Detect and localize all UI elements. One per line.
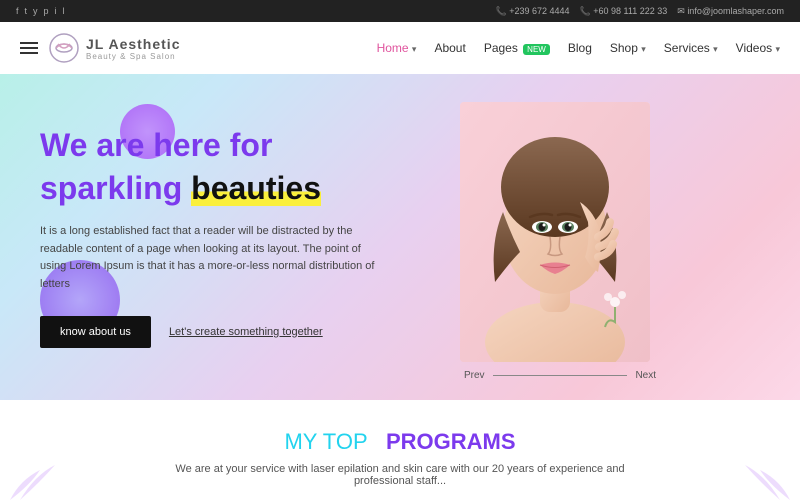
- twitter-icon[interactable]: t: [25, 6, 28, 16]
- deco-left: [0, 450, 80, 500]
- woman-portrait: [460, 102, 650, 362]
- programs-title-purple: PROGRAMS: [386, 429, 516, 454]
- know-about-us-button[interactable]: know about us: [40, 316, 151, 348]
- instagram-icon[interactable]: i: [55, 6, 57, 16]
- hero-section: We are here for sparkling beauties It is…: [0, 74, 800, 400]
- nav-home[interactable]: Home ▾: [377, 41, 417, 55]
- hamburger-menu[interactable]: [20, 42, 38, 54]
- contact-info: 📞 +239 672 4444 📞 +60 98 111 222 33 ✉ in…: [496, 6, 784, 17]
- navbar: JL Aesthetic Beauty & Spa Salon Home ▾ A…: [0, 22, 800, 74]
- progress-line: [493, 375, 628, 377]
- hero-image-area: Prev Next: [460, 102, 660, 372]
- nav-videos[interactable]: Videos ▾: [736, 41, 780, 55]
- hero-image: [460, 102, 650, 362]
- programs-title: MY TOP PROGRAMS: [284, 429, 515, 455]
- hero-buttons: know about us Let's create something tog…: [40, 316, 420, 348]
- programs-section: MY TOP PROGRAMS We are at your service w…: [0, 400, 800, 500]
- phone1: 📞 +239 672 4444: [496, 6, 570, 17]
- logo-subtitle: Beauty & Spa Salon: [86, 52, 180, 61]
- hero-title-line2: sparkling beauties: [40, 169, 420, 207]
- facebook-icon[interactable]: f: [16, 6, 19, 16]
- linkedin-icon[interactable]: l: [63, 6, 65, 16]
- logo-text: JL Aesthetic Beauty & Spa Salon: [86, 36, 180, 61]
- pinterest-icon[interactable]: p: [44, 6, 49, 16]
- nav-services[interactable]: Services ▾: [664, 41, 718, 55]
- prev-label[interactable]: Prev: [464, 370, 485, 381]
- nav-blog[interactable]: Blog: [568, 41, 592, 55]
- deco-right: [720, 450, 800, 500]
- social-links[interactable]: f t y p i l: [16, 6, 65, 16]
- programs-description: We are at your service with laser epilat…: [150, 463, 650, 487]
- phone2: 📞 +60 98 111 222 33: [580, 6, 668, 17]
- next-label[interactable]: Next: [635, 370, 656, 381]
- programs-title-cyan: MY TOP: [284, 429, 367, 454]
- youtube-icon[interactable]: y: [33, 6, 38, 16]
- hero-title-line1: We are here for: [40, 126, 420, 164]
- logo-title: JL Aesthetic: [86, 36, 180, 52]
- create-together-link[interactable]: Let's create something together: [169, 326, 323, 338]
- hero-title-bold: beauties: [191, 170, 321, 206]
- hero-description: It is a long established fact that a rea…: [40, 223, 380, 293]
- hero-content: We are here for sparkling beauties It is…: [0, 96, 460, 377]
- email: ✉ info@joomlashaper.com: [677, 6, 784, 17]
- logo-icon: [48, 32, 80, 64]
- nav-shop[interactable]: Shop ▾: [610, 41, 646, 55]
- topbar: f t y p i l 📞 +239 672 4444 📞 +60 98 111…: [0, 0, 800, 22]
- hero-title-plain: sparkling: [40, 170, 182, 206]
- logo[interactable]: JL Aesthetic Beauty & Spa Salon: [48, 32, 180, 64]
- navbar-left: JL Aesthetic Beauty & Spa Salon: [20, 32, 180, 64]
- nav-about[interactable]: About: [434, 41, 465, 55]
- nav-pages[interactable]: Pages NEW: [484, 41, 550, 55]
- nav-links: Home ▾ About Pages NEW Blog Shop ▾ Servi…: [377, 41, 780, 55]
